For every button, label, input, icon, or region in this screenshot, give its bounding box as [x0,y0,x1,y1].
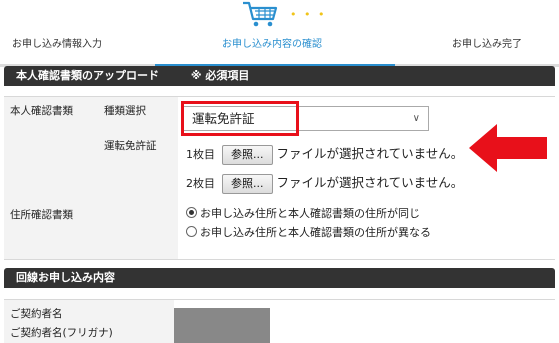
highlight-box [181,101,299,136]
file-index-label: 1枚目 [186,148,215,161]
contractor-kana-label: ご契約者名(フリガナ) [10,327,113,339]
address-same-radio[interactable]: お申し込み住所と本人確認書類の住所が同じ [186,207,420,221]
contract-section-header: 回線お申し込み内容 [4,268,555,288]
file-upload-row-1: 1枚目 参照... ファイルが選択されていません。 [186,143,463,165]
step-complete: お申し込み完了 [452,39,522,50]
address-different-label: お申し込み住所と本人確認書類の住所が異なる [200,226,431,239]
radio-unchecked-icon [186,226,197,237]
divider [4,259,555,260]
cart-icon [243,1,278,27]
divider [4,299,555,300]
contract-section-title: 回線お申し込み内容 [16,271,115,284]
browse-button-2[interactable]: 参照... [222,174,273,194]
step-confirm: お申し込み内容の確認 [222,39,322,50]
chevron-down-icon: ∨ [412,113,420,124]
upload-section-title: 本人確認書類のアップロード [16,69,159,82]
upload-section-header: 本人確認書類のアップロード ※ 必須項目 [4,66,555,86]
redacted-block [174,308,270,343]
required-note: ※ 必須項目 [190,69,250,82]
radio-checked-icon [186,207,197,218]
progress-dots: • • • [290,8,327,21]
file-status: ファイルが選択されていません。 [276,175,464,190]
address-same-label: お申し込み住所と本人確認書類の住所が同じ [200,207,420,220]
step-input: お申し込み情報入力 [12,39,102,50]
doc-type-label: 種類選択 [104,105,146,117]
doc-name-label: 運転免許証 [104,140,157,152]
file-status: ファイルが選択されていません。 [276,146,464,161]
divider [4,96,555,97]
browse-button-1[interactable]: 参照... [222,145,273,165]
address-doc-label: 住所確認書類 [10,209,73,221]
file-upload-row-2: 2枚目 参照... ファイルが選択されていません。 [186,172,463,194]
file-index-label: 2枚目 [186,177,215,190]
address-different-radio[interactable]: お申し込み住所と本人確認書類の住所が異なる [186,226,431,240]
red-arrow-icon [469,124,547,172]
contractor-name-label: ご契約者名 [10,308,63,320]
step-indicator: お申し込み情報入力 お申し込み内容の確認 お申し込み完了 [0,32,559,67]
identity-doc-label: 本人確認書類 [10,105,73,117]
upload-label-column [4,97,178,259]
